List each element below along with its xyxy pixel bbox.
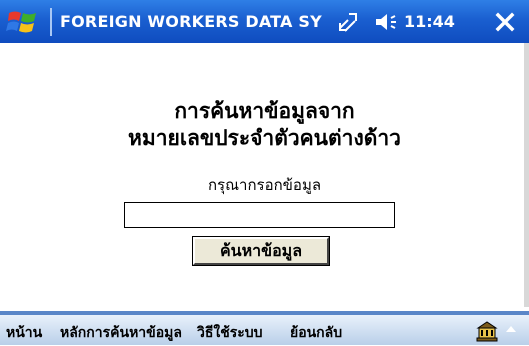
clock[interactable]: 11:44 <box>404 12 455 31</box>
menu-item-home[interactable]: หน้าน <box>6 322 42 344</box>
scrollbar[interactable] <box>524 43 529 307</box>
main-content: การค้นหาข้อมูลจาก หมายเลขประจำตัวคนต่างด… <box>0 43 529 307</box>
menu-item-search-principle[interactable]: หลักการค้นหาข้อมูล <box>60 322 182 344</box>
close-icon <box>495 12 515 32</box>
page-title-line2: หมายเลขประจำตัวคนต่างด้าว <box>128 126 401 150</box>
input-prompt: กรุณากรอกข้อมูล <box>207 176 322 194</box>
volume-icon[interactable] <box>372 10 398 34</box>
menu-bar: หน้าน หลักการค้นหาข้อมูล วิธีใช้ระบบ ย้อ… <box>0 311 529 345</box>
network-icon[interactable] <box>337 11 359 33</box>
windows-flag-icon[interactable] <box>6 7 42 37</box>
close-button[interactable] <box>490 8 520 36</box>
titlebar: FOREIGN WORKERS DATA SYSTE! 11:44 <box>0 0 529 43</box>
keyboard-icon[interactable] <box>475 320 499 342</box>
title-separator <box>50 8 52 36</box>
chevron-up-icon[interactable] <box>506 326 516 332</box>
menu-item-how-to-use[interactable]: วิธีใช้ระบบ <box>197 322 263 344</box>
search-input[interactable] <box>124 202 395 228</box>
search-button[interactable]: ค้นหาข้อมูล <box>192 236 330 266</box>
app-title: FOREIGN WORKERS DATA SYSTE! <box>60 12 322 31</box>
menu-item-back[interactable]: ย้อนกลับ <box>290 322 342 344</box>
